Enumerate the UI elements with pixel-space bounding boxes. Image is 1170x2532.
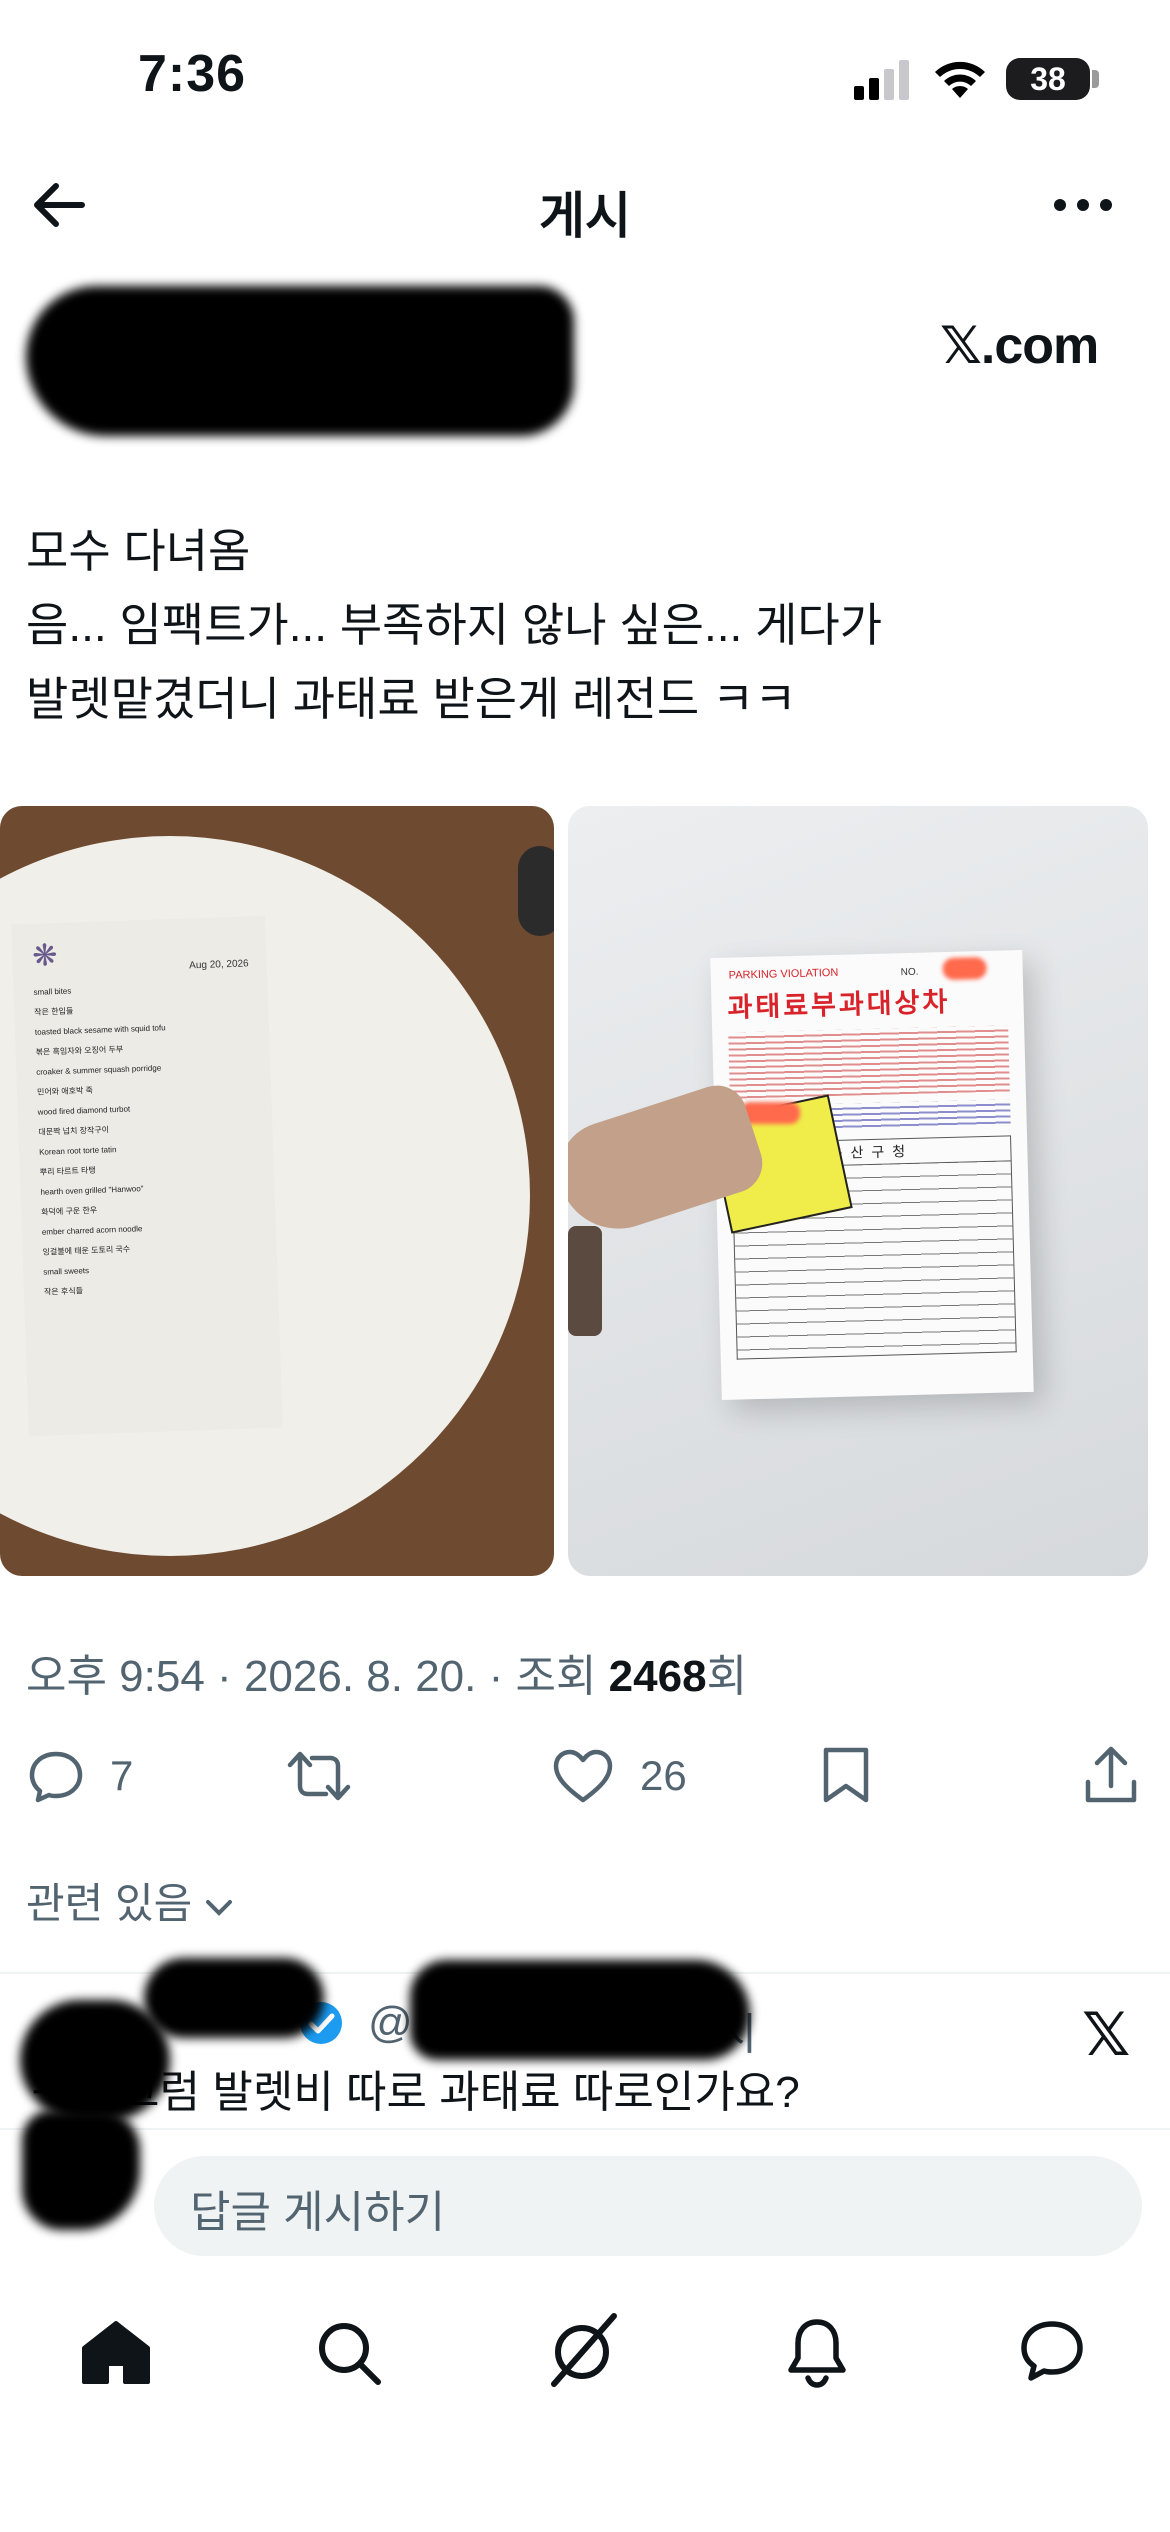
ticket-title: 과태료부과대상차 (727, 986, 951, 1023)
search-icon[interactable] (316, 2320, 382, 2386)
redacted-author (26, 286, 574, 436)
post-image-ticket[interactable]: PARKING VIOLATION NO. 과태료부과대상차 용산구청 (568, 806, 1148, 1576)
divider (0, 2128, 1170, 2130)
signal-icon (852, 60, 912, 100)
post-date: 2026. 8. 20. (243, 1652, 477, 1701)
redacted-reply-name (144, 1958, 324, 2038)
views-count: 2468 (608, 1652, 707, 1701)
messages-icon[interactable] (1018, 2318, 1086, 2384)
post-line: 음... 임팩트가... 부족하지 않나 싶은... 게다가 (26, 599, 883, 651)
reply-count: 7 (110, 1752, 134, 1799)
like-heart-icon[interactable] (552, 1748, 614, 1804)
reply-input-placeholder: 답글 게시하기 (190, 2188, 446, 2237)
related-label: 관련 있음 (26, 1880, 193, 1927)
grok-icon[interactable] (548, 2312, 620, 2388)
chevron-down-icon (205, 1899, 232, 1916)
views-label: 조회 (515, 1652, 597, 1701)
redacted-ticket-no (942, 956, 987, 981)
source-label: 𝕏.com (940, 317, 1099, 375)
share-icon[interactable] (1082, 1744, 1140, 1806)
bookmark-icon[interactable] (820, 1744, 872, 1806)
notifications-bell-icon[interactable] (786, 2316, 848, 2388)
post-line: 발렛맡겼더니 과태료 받은게 레전드 ㅋㅋ (26, 673, 797, 725)
ticket-fine-print (728, 1025, 1010, 1099)
cup-edge (518, 846, 554, 936)
related-dropdown[interactable]: 관련 있음 (26, 1870, 234, 1931)
ticket-no-label: NO. (900, 966, 919, 979)
repost-icon[interactable] (286, 1746, 352, 1806)
redacted-avatar-lower (22, 2110, 140, 2230)
like-count: 26 (640, 1752, 687, 1799)
menu-card: ❋ Aug 20, 2026 small bites 작은 한입들 toaste… (11, 915, 283, 1437)
post-line: 모수 다녀옴 (26, 525, 251, 577)
watch-strap (568, 1226, 602, 1336)
page-title: 게시 (539, 188, 631, 244)
post-image-menu[interactable]: ❋ Aug 20, 2026 small bites 작은 한입들 toaste… (0, 806, 554, 1576)
views-suffix: 회 (706, 1652, 748, 1701)
reply-handle: @ (368, 1998, 413, 2047)
more-options-icon[interactable] (1052, 196, 1114, 214)
x-logo-icon: 𝕏 (1082, 2001, 1131, 2068)
post-time: 오후 9:54 (26, 1652, 205, 1701)
wifi-icon (932, 58, 988, 100)
battery-tip (1092, 70, 1099, 88)
redacted-reply-handle (410, 1960, 750, 2060)
post-text: 모수 다녀옴 음... 임팩트가... 부족하지 않나 싶은... 게다가 발렛… (26, 514, 1126, 736)
status-time: 7:36 (138, 45, 247, 103)
home-icon[interactable] (80, 2320, 152, 2386)
post-meta: 오후 9:54 · 2026. 8. 20. · 조회 2468회 (26, 1652, 748, 1701)
reply-icon[interactable] (26, 1746, 86, 1806)
redacted-avatar (20, 2000, 170, 2120)
battery-indicator: 38 (1006, 58, 1090, 100)
